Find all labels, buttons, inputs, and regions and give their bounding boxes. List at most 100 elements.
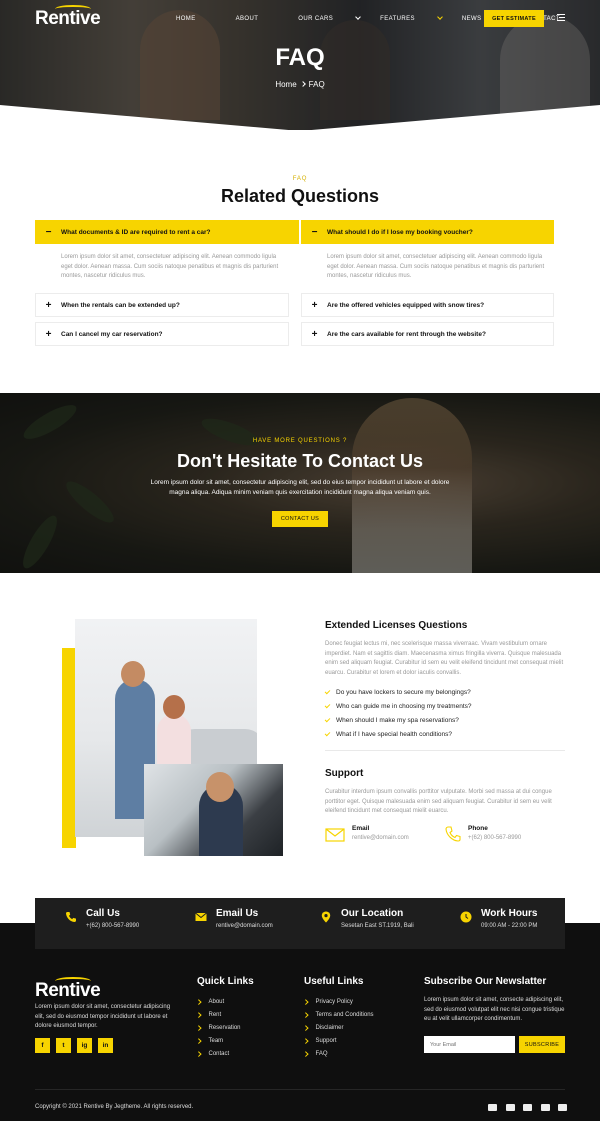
subscribe-button[interactable]: SUBSCRIBE [519,1036,565,1053]
check-icon [324,716,331,723]
faq-answer: Lorem ipsum dolor sit amet, consectetuer… [327,254,545,279]
get-estimate-button[interactable]: GET ESTIMATE [484,10,544,27]
phone-icon [66,912,76,922]
faq-title: Related Questions [220,186,380,206]
photo-driver-head [206,772,234,802]
info-email: Email Us rentive@domain.com [195,908,273,929]
linkedin-icon[interactable]: in [98,1038,113,1053]
chevron-right-icon [303,1012,309,1017]
driver-photo [144,764,283,856]
footer-about: Lorem ipsum dolor sit amet, consectetur … [35,1004,171,1029]
footer-link[interactable]: Terms and Conditions [303,1008,374,1021]
quick-links: About Rent Reservation Team Contact [196,995,241,1060]
support-title: Support [325,768,364,779]
contact-banner: HAVE MORE QUESTIONS ? Don't Hesitate To … [0,393,600,573]
instagram-icon[interactable]: ig [77,1038,92,1053]
envelope-icon [195,912,207,921]
map-pin-icon [321,911,331,923]
chevron-down-icon [437,14,443,20]
faq-question[interactable]: − What documents & ID are required to re… [35,220,299,244]
info-value: rentive@domain.com [216,923,273,929]
breadcrumb-home[interactable]: Home [275,80,296,89]
faq-question-text: What should I do if I lose my booking vo… [327,228,473,236]
chevron-down-icon [355,14,361,20]
amex-icon [505,1104,515,1111]
info-value: Sesetan East ST.1919, Bali [341,923,414,929]
faq-answer: Lorem ipsum dolor sit amet, consectetuer… [61,254,279,279]
info-title: Email Us [216,908,259,919]
link-label: Rent [208,1011,222,1018]
breadcrumb: Home FAQ [0,80,600,89]
footer-link[interactable]: Support [303,1034,374,1047]
footer-link[interactable]: Disclaimer [303,1021,374,1034]
link-label: FAQ [315,1050,328,1057]
faq-question[interactable]: + Are the offered vehicles equipped with… [301,293,554,317]
banner-title: Don't Hesitate To Contact Us [177,451,423,471]
facebook-icon[interactable]: f [35,1038,50,1053]
newsletter-text: Lorem ipsum dolor sit amet, consecte adi… [424,997,565,1022]
quick-links-title: Quick Links [197,976,254,987]
extended-text: Donec feugiat lectus mi, nec scelerisque… [325,641,564,676]
hero-bottom-shape [0,105,600,130]
link-label: Team [208,1037,224,1044]
chevron-right-icon [196,1012,202,1017]
useful-links-title: Useful Links [304,976,364,987]
info-title: Call Us [86,908,120,919]
checklist-item: Who can guide me in choosing my treatmen… [324,699,471,713]
chevron-right-icon [303,999,309,1004]
link-label: Reservation [208,1024,241,1031]
social-links: f t ig in [35,1038,119,1053]
checklist: Do you have lockers to secure my belongi… [324,685,471,742]
contact-us-button[interactable]: CONTACT US [272,511,328,527]
visa-icon [523,1104,532,1111]
link-label: Disclaimer [315,1024,344,1031]
faq-question[interactable]: + Are the cars available for rent throug… [301,322,554,346]
info-location: Our Location Sesetan East ST.1919, Bali [320,908,414,929]
footer-link[interactable]: Contact [196,1047,241,1060]
mastercard-icon [488,1104,497,1111]
hamburger-icon[interactable] [557,14,565,21]
nav-label: NEWS [461,16,482,22]
minus-icon: − [45,226,52,238]
footer-link[interactable]: About [196,995,241,1008]
faq-question[interactable]: + When the rentals can be extended up? [35,293,289,317]
nav-label: HOME [176,16,196,22]
footer-link[interactable]: Reservation [196,1021,241,1034]
nav-our-cars[interactable]: OUR CARS [298,14,361,22]
chevron-right-icon [299,81,306,87]
phone-value[interactable]: +(62) 800-567-8990 [468,835,521,841]
email-value[interactable]: rentive@domain.com [352,835,409,841]
chevron-right-icon [303,1038,309,1043]
footer-logo[interactable]: Rentive [35,977,101,1002]
checklist-item: When should I make my spa reservations? [324,713,471,727]
faq-question[interactable]: − What should I do if I lose my booking … [301,220,554,244]
faq-question-text: Can I cancel my car reservation? [61,330,163,338]
phone-label: Phone [468,825,488,832]
credit-card-icon [540,1104,550,1111]
footer-link[interactable]: FAQ [303,1047,374,1060]
plus-icon: + [311,299,318,311]
page-title: FAQ [275,44,325,71]
link-label: Support [315,1037,337,1044]
footer-link[interactable]: Privacy Policy [303,995,374,1008]
nav-home[interactable]: HOME [176,16,216,22]
section-divider [325,750,565,751]
footer-link[interactable]: Team [196,1034,241,1047]
faq-question[interactable]: + Can I cancel my car reservation? [35,322,289,346]
link-label: Privacy Policy [315,998,353,1005]
check-icon [324,702,331,709]
faq-question-text: Are the offered vehicles equipped with s… [327,301,485,309]
info-value: +(62) 800-567-8990 [86,923,140,929]
site-logo[interactable]: Rentive [35,5,101,30]
newsletter-title: Subscribe Our Newslatter [424,976,547,987]
nav-features[interactable]: FEATURES [380,14,443,22]
envelope-icon [325,828,345,842]
newsletter-email-input[interactable] [424,1036,515,1053]
footer-link[interactable]: Rent [196,1008,241,1021]
nav-about[interactable]: ABOUT [236,16,279,22]
plus-icon: + [45,328,52,340]
useful-links: Privacy Policy Terms and Conditions Disc… [303,995,374,1060]
twitter-icon[interactable]: t [56,1038,71,1053]
checklist-text: What if I have special health conditions… [336,731,452,739]
banner-text: Lorem ipsum dolor sit amet, consectetur … [150,479,450,496]
